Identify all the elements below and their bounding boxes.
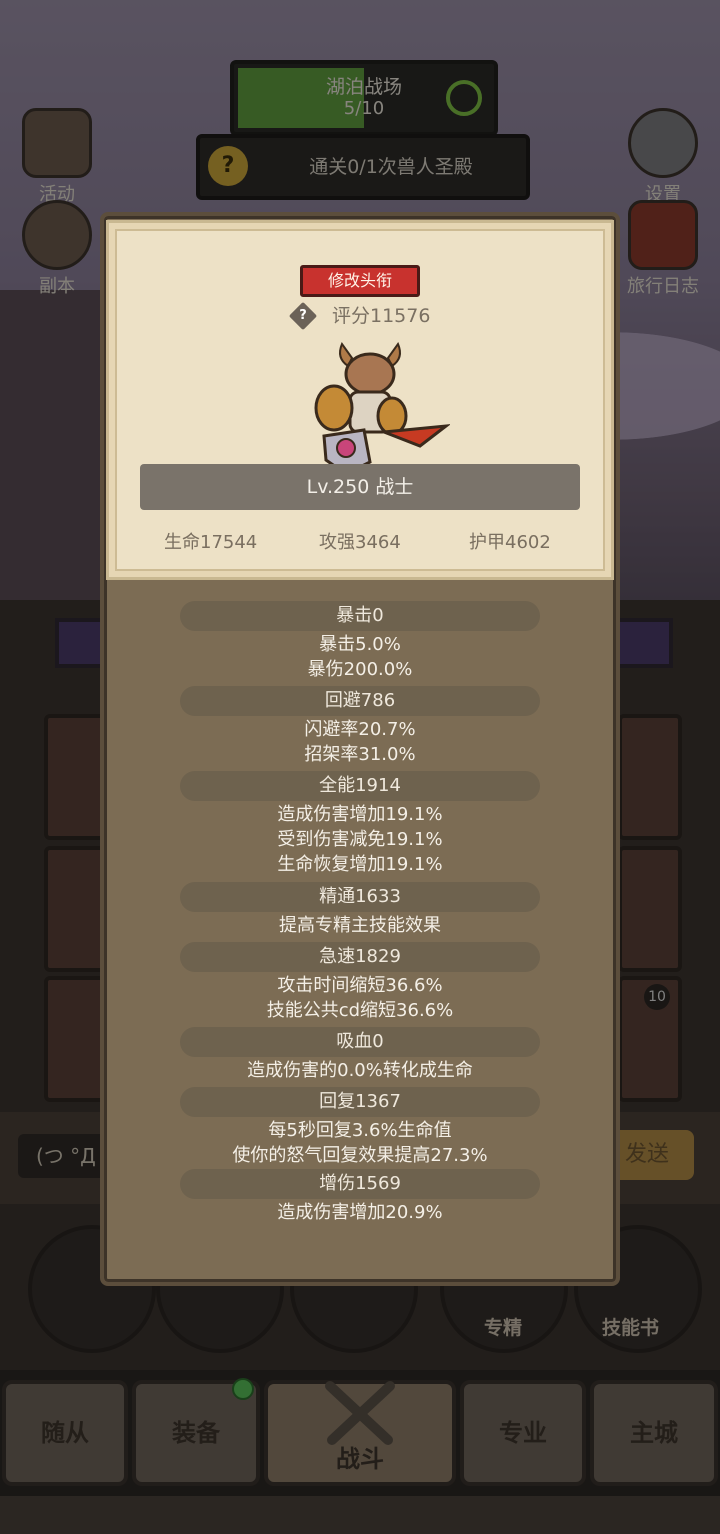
- stat-header-mastery: 精通1633: [180, 882, 540, 912]
- edit-title-button[interactable]: 修改头衔: [300, 265, 420, 297]
- stat-line: 攻击时间缩短36.6%: [277, 975, 443, 996]
- level-class-bar: Lv.250 战士: [140, 464, 580, 510]
- stat-line: 造成伤害增加20.9%: [277, 1202, 443, 1223]
- stat-line: 生命恢复增加19.1%: [277, 854, 443, 875]
- score-text: 评分11576: [332, 305, 431, 327]
- stat-line: 技能公共cd缩短36.6%: [266, 1000, 454, 1021]
- stat-line: 暴伤200.0%: [307, 659, 413, 680]
- stat-line: 受到伤害减免19.1%: [277, 829, 443, 850]
- stat-header-damage-bonus: 增伤1569: [180, 1169, 540, 1199]
- stat-line: 造成伤害增加19.1%: [277, 804, 443, 825]
- stat-line: 造成伤害的0.0%转化成生命: [247, 1060, 473, 1081]
- stat-armor: 护甲4602: [469, 532, 551, 553]
- stat-line: 每5秒回复3.6%生命值: [268, 1120, 452, 1141]
- stat-line: 提高专精主技能效果: [279, 915, 441, 936]
- stat-header-haste: 急速1829: [180, 942, 540, 972]
- stat-header-lifesteal: 吸血0: [180, 1027, 540, 1057]
- warrior-character-portrait: [314, 341, 450, 476]
- stat-line: 闪避率20.7%: [304, 719, 416, 740]
- stat-attack-power: 攻强3464: [319, 532, 401, 553]
- stat-health: 生命17544: [164, 532, 258, 553]
- question-mark: ?: [299, 308, 307, 323]
- stat-line: 招架率31.0%: [304, 744, 416, 765]
- stat-header-dodge: 回避786: [180, 686, 540, 716]
- stat-line: 暴击5.0%: [319, 634, 401, 655]
- stat-header-crit: 暴击0: [180, 601, 540, 631]
- stat-header-versatility: 全能1914: [180, 771, 540, 801]
- stat-line: 使你的怒气回复效果提高27.3%: [232, 1145, 488, 1166]
- stat-header-regen: 回复1367: [180, 1087, 540, 1117]
